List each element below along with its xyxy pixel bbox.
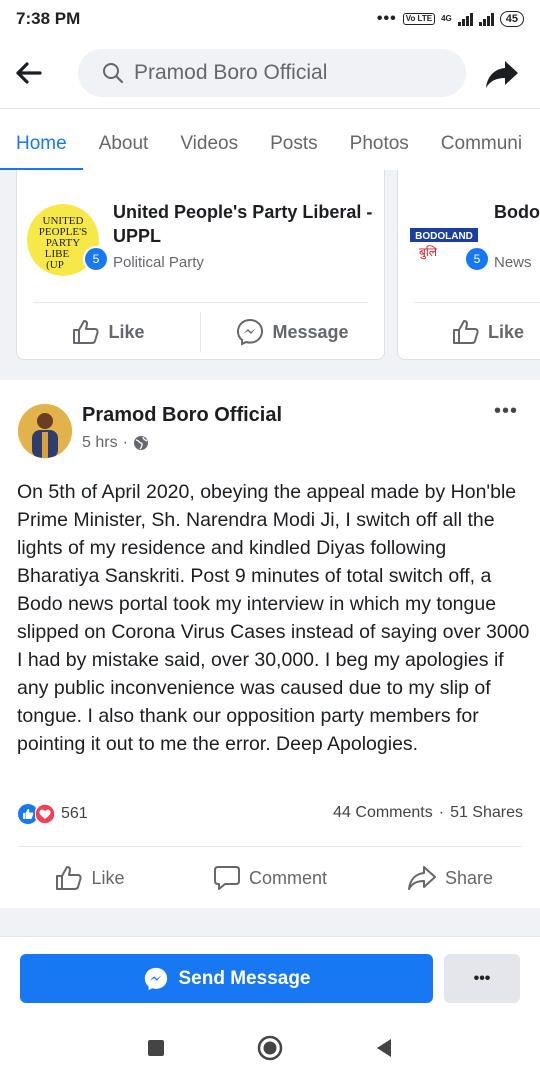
circle-icon: [257, 1035, 283, 1061]
share-arrow-icon: [486, 61, 518, 88]
share-icon: [407, 866, 436, 890]
triangle-back-icon: [377, 1039, 391, 1057]
status-indicators: ••• Vo LTE 4G 45: [377, 10, 524, 28]
post-actions: Like Comment Share: [0, 856, 540, 900]
post: Pramod Boro Official 5 hrs · ••• On 5th …: [0, 388, 540, 908]
tab-photos[interactable]: Photos: [334, 109, 425, 170]
home-button[interactable]: [255, 1033, 285, 1063]
globe-icon: [133, 436, 148, 450]
post-time[interactable]: 5 hrs: [82, 434, 118, 452]
post-text: On 5th of April 2020, obeying the appeal…: [17, 481, 530, 755]
network-type: 4G: [441, 14, 452, 23]
tab-home[interactable]: Home: [0, 109, 83, 170]
tab-videos[interactable]: Videos: [164, 109, 254, 170]
message-page-button[interactable]: Message: [201, 318, 384, 346]
notification-dots-icon: •••: [376, 10, 397, 27]
related-page-category: News: [494, 254, 532, 271]
tab-posts[interactable]: Posts: [254, 109, 334, 170]
related-page-category: Political Party: [113, 254, 204, 271]
related-page-card[interactable]: BODOLAND बुलि 5 Bodol News Like: [397, 170, 540, 360]
meta-separator: ·: [122, 434, 128, 451]
related-page-title[interactable]: United People's Party Liberal -UPPL: [113, 200, 373, 248]
related-page-card[interactable]: UNITED PEOPLE'S PARTY LIBE (UP 5 United …: [16, 170, 385, 360]
search-icon: [103, 63, 124, 84]
post-author[interactable]: Pramod Boro Official: [82, 404, 282, 427]
cta-bar: Send Message •••: [0, 936, 540, 1016]
thumbs-up-icon: [73, 320, 100, 344]
logo-line: BODOLAND: [415, 231, 473, 242]
arrow-left-icon: [16, 62, 42, 84]
comment-label: Comment: [248, 867, 328, 888]
engagement-counts: 44 Comments · 51 Shares: [333, 804, 523, 822]
related-page-title[interactable]: Bodol: [494, 200, 540, 224]
system-nav-bar: [0, 1016, 540, 1080]
reaction-icons: [18, 804, 55, 824]
page-tabs: Home About Videos Posts Photos Communi: [0, 108, 540, 170]
card-actions: Like Message: [17, 310, 384, 354]
like-button[interactable]: Like: [0, 865, 180, 891]
messenger-icon: [144, 967, 167, 990]
comment-icon: [213, 866, 240, 890]
author-avatar[interactable]: [18, 404, 72, 458]
card-actions: Like: [398, 310, 540, 354]
more-options-button[interactable]: •••: [444, 954, 520, 1003]
like-page-button[interactable]: Like: [17, 319, 200, 345]
tab-community[interactable]: Communi: [425, 109, 538, 170]
share-label: Share: [444, 867, 494, 888]
search-header: Pramod Boro Official: [0, 38, 540, 108]
divider: [18, 846, 522, 847]
square-icon: [148, 1040, 164, 1056]
love-reaction-icon: [35, 804, 55, 824]
like-page-button[interactable]: Like: [452, 319, 524, 345]
search-input[interactable]: Pramod Boro Official: [78, 49, 466, 97]
like-label: Like: [488, 321, 525, 342]
send-message-button[interactable]: Send Message: [20, 954, 433, 1003]
related-pages: UNITED PEOPLE'S PARTY LIBE (UP 5 United …: [0, 170, 540, 380]
logo-line: बुलि: [419, 245, 438, 260]
messenger-icon: [237, 318, 264, 346]
thumbs-up-icon: [453, 320, 479, 344]
reaction-count: 561: [61, 805, 88, 822]
back-nav-button[interactable]: [369, 1033, 399, 1063]
status-bar: 7:38 PM ••• Vo LTE 4G 45: [0, 0, 540, 38]
send-message-label: Send Message: [178, 967, 311, 989]
page-badge: 5: [464, 246, 490, 272]
section-gap: [0, 908, 540, 936]
signal-icon: [457, 12, 473, 26]
search-query: Pramod Boro Official: [134, 61, 328, 84]
message-label: Message: [272, 321, 349, 342]
volte-icon: Vo LTE: [402, 13, 436, 25]
battery-icon: 45: [499, 11, 524, 27]
signal-2-icon: [478, 12, 494, 26]
post-meta: 5 hrs ·: [82, 434, 149, 452]
engagement-separator: ·: [438, 804, 445, 821]
logo-line: (UP: [46, 259, 64, 271]
recents-button[interactable]: [141, 1033, 171, 1063]
comment-button[interactable]: Comment: [180, 865, 360, 891]
share-page-button[interactable]: [482, 54, 522, 94]
share-count[interactable]: 51 Shares: [450, 804, 523, 822]
page-badge: 5: [83, 246, 109, 272]
divider: [33, 302, 368, 303]
post-more-button[interactable]: •••: [494, 400, 518, 423]
status-time: 7:38 PM: [16, 9, 81, 28]
like-label: Like: [91, 867, 125, 888]
share-button[interactable]: Share: [360, 865, 540, 891]
tab-about[interactable]: About: [83, 109, 165, 170]
comment-count[interactable]: 44 Comments: [333, 804, 433, 822]
divider: [414, 302, 540, 303]
back-button[interactable]: [16, 51, 60, 95]
reactions-summary[interactable]: 561: [18, 804, 88, 824]
like-label: Like: [108, 321, 145, 342]
thumbs-up-icon: [56, 866, 83, 890]
